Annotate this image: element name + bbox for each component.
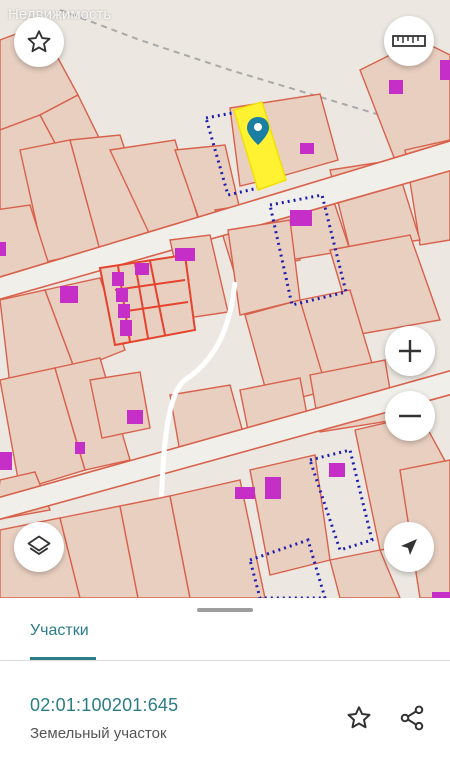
ruler-icon [392, 35, 426, 47]
cadastral-number[interactable]: 02:01:100201:645 [30, 695, 178, 716]
zoom-in-button[interactable] [385, 326, 435, 376]
parcel-type-label: Земельный участок [30, 725, 167, 742]
star-outline-icon [347, 706, 371, 729]
star-outline-icon [27, 30, 51, 53]
tab-parcels[interactable]: Участки [30, 622, 89, 640]
layers-icon [27, 535, 51, 555]
share-icon [400, 705, 424, 731]
watermark-text: Недвижимость [8, 6, 112, 23]
zoom-out-button[interactable] [385, 391, 435, 441]
my-location-button[interactable] [384, 522, 434, 572]
panel-drag-handle[interactable] [197, 608, 253, 612]
map-view[interactable]: Недвижимость [0, 0, 450, 598]
share-button[interactable] [396, 702, 428, 734]
favorite-button[interactable] [14, 17, 64, 67]
add-to-favorites-button[interactable] [343, 702, 375, 734]
navigation-arrow-icon [401, 539, 417, 555]
measure-button[interactable] [384, 16, 434, 66]
minus-icon [399, 414, 421, 418]
plus-icon [399, 340, 421, 362]
tab-divider [0, 660, 450, 661]
layers-button[interactable] [14, 522, 64, 572]
parcel-info-panel: Участки 02:01:100201:645 Земельный участ… [0, 598, 450, 768]
map-canvas[interactable] [0, 0, 450, 598]
